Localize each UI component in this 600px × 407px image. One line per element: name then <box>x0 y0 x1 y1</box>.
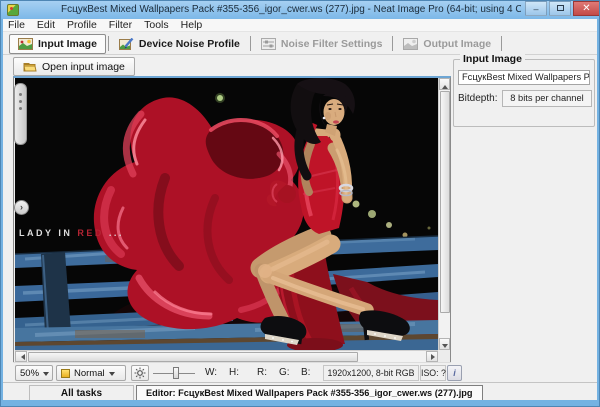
photo-caption: LADY IN RED ... <box>19 228 124 238</box>
window-title: FсцукBest Mixed Wallpapers Pack #355-356… <box>61 1 521 19</box>
maximize-button[interactable] <box>549 1 571 16</box>
caption-red: RED <box>77 228 104 238</box>
horizontal-scrollbar[interactable] <box>15 350 438 362</box>
brightness-button[interactable] <box>131 365 149 381</box>
view-mode-value: Normal <box>74 368 105 379</box>
image-info-cell: 1920x1200, 8-bit RGB <box>323 365 419 381</box>
height-label: H: <box>229 367 239 378</box>
menu-bar: File Edit Profile Filter Tools Help <box>2 19 600 32</box>
photo-preview <box>15 78 438 350</box>
caption-white: LADY IN <box>19 228 77 238</box>
bottom-toolbar: 50% Normal W: H: R: G: B: 1920x1200, 8-b… <box>13 362 451 381</box>
scroll-left-button[interactable] <box>15 351 27 362</box>
noise-filter-settings-icon <box>261 38 276 50</box>
folder-icon <box>23 61 37 72</box>
app-logo-icon <box>7 4 19 16</box>
vertical-scroll-thumb[interactable] <box>440 91 450 313</box>
panel-drag-handle[interactable] <box>14 83 27 145</box>
tab-separator <box>501 36 502 51</box>
tab-device-noise-profile[interactable]: Device Noise Profile <box>111 34 248 54</box>
tab-noise-filter-settings: Noise Filter Settings <box>253 34 391 54</box>
tab-label: Device Noise Profile <box>139 38 240 50</box>
tab-bar: Input Image Device Noise Profile Noise F… <box>9 33 504 54</box>
scroll-down-button[interactable] <box>439 338 450 350</box>
scroll-up-button[interactable] <box>439 78 450 90</box>
menu-file[interactable]: File <box>2 19 31 32</box>
window-frame-left <box>1 19 3 401</box>
red-label: R: <box>257 367 267 378</box>
open-button-label: Open input image <box>42 61 125 73</box>
input-image-group: Input Image FсцукBest Mixed Wallpapers P… <box>453 59 595 127</box>
menu-help[interactable]: Help <box>175 19 209 32</box>
menu-tools[interactable]: Tools <box>138 19 175 32</box>
close-button[interactable]: ✕ <box>573 1 600 16</box>
window-frame-right <box>597 19 599 401</box>
group-title: Input Image <box>460 53 525 65</box>
zoom-dropdown[interactable]: 50% <box>15 365 53 381</box>
tab-label: Input Image <box>38 38 97 50</box>
brightness-slider-handle[interactable] <box>173 367 179 379</box>
tab-separator <box>108 36 109 51</box>
vertical-scrollbar[interactable] <box>438 78 450 350</box>
open-input-image-button[interactable]: Open input image <box>13 57 135 76</box>
bitdepth-value: 8 bits per channel <box>502 90 592 107</box>
output-image-icon <box>403 38 418 50</box>
info-button[interactable]: i <box>447 365 462 381</box>
maximize-icon <box>557 5 564 11</box>
menu-profile[interactable]: Profile <box>61 19 103 32</box>
zoom-value: 50% <box>20 368 39 379</box>
green-label: G: <box>279 367 290 378</box>
tab-separator <box>250 36 251 51</box>
tab-output-image: Output Image <box>395 34 499 54</box>
menu-filter[interactable]: Filter <box>103 19 138 32</box>
tab-label: Output Image <box>423 38 491 50</box>
view-mode-dropdown[interactable]: Normal <box>56 365 126 381</box>
scrollbar-corner <box>438 350 450 362</box>
window-frame-bottom <box>1 400 599 407</box>
horizontal-scroll-thumb[interactable] <box>28 352 358 362</box>
image-canvas[interactable]: LADY IN RED ... <box>15 78 438 350</box>
width-label: W: <box>205 367 217 378</box>
tab-label: Noise Filter Settings <box>281 38 383 50</box>
editor-tab[interactable]: Editor: FсцукBest Mixed Wallpapers Pack … <box>136 385 483 401</box>
app-window: FсцукBest Mixed Wallpapers Pack #355-356… <box>0 0 600 407</box>
tab-input-image[interactable]: Input Image <box>9 34 106 54</box>
filename-field[interactable]: FсцукBest Mixed Wallpapers Pack #355-356… <box>458 70 590 85</box>
title-bar: FсцукBest Mixed Wallpapers Pack #355-356… <box>1 1 600 19</box>
menu-edit[interactable]: Edit <box>31 19 61 32</box>
input-image-icon <box>18 38 33 50</box>
blue-label: B: <box>301 367 310 378</box>
minimize-button[interactable]: – <box>525 1 547 16</box>
sun-icon <box>134 367 146 379</box>
caption-dots: ... <box>104 228 124 238</box>
view-mode-swatch-icon <box>61 369 70 378</box>
status-bar: All tasks Editor: FсцукBest Mixed Wallpa… <box>2 382 600 401</box>
bitdepth-label: Bitdepth: <box>458 93 497 104</box>
chevron-down-icon <box>109 372 115 379</box>
chevron-down-icon <box>43 372 49 379</box>
all-tasks-tab[interactable]: All tasks <box>29 385 134 401</box>
scroll-right-button[interactable] <box>426 351 438 362</box>
device-noise-profile-icon <box>119 38 134 50</box>
iso-cell: ISO: ? <box>420 365 446 381</box>
expand-panel-button[interactable]: › <box>14 200 29 215</box>
tab-separator <box>392 36 393 51</box>
